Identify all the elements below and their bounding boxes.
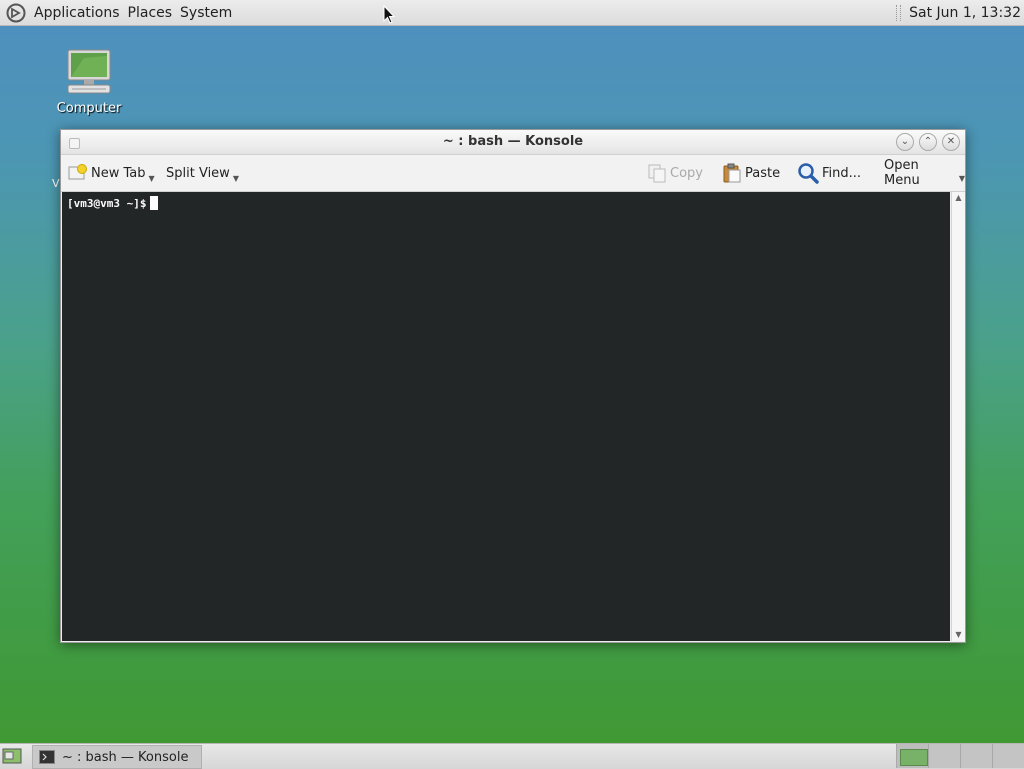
find-button[interactable]: Find...: [797, 162, 862, 184]
open-menu-label: Open Menu: [884, 158, 920, 188]
scroll-down-icon[interactable]: ▼: [952, 629, 965, 641]
toolbar: New Tab ▼ Split View ▼ Copy Paste Find..…: [61, 155, 965, 192]
maximize-button[interactable]: ⌃: [919, 133, 937, 151]
taskbar-item-label: ~ : bash — Konsole: [62, 749, 189, 765]
scroll-up-icon[interactable]: ▲: [952, 192, 965, 204]
copy-button[interactable]: Copy: [647, 163, 703, 183]
split-view-button[interactable]: Split View ▼: [166, 163, 239, 183]
terminal-area[interactable]: [vm3@vm3 ~]$: [62, 192, 950, 641]
computer-icon: [67, 49, 111, 94]
konsole-window: ~ : bash — Konsole ⌄ ⌃ ✕ New Tab ▼ Split…: [60, 129, 966, 643]
close-button[interactable]: ✕: [942, 133, 960, 151]
workspace-4[interactable]: [992, 744, 1024, 768]
terminal-prompt: [vm3@vm3 ~]$: [67, 196, 159, 210]
copy-icon: [647, 163, 667, 183]
window-title: ~ : bash — Konsole: [442, 134, 584, 149]
bottom-panel: ~ : bash — Konsole: [0, 743, 1024, 769]
top-panel: Applications Places System Sat Jun 1, 13…: [0, 0, 1024, 26]
open-menu-dropdown-icon: ▼: [958, 173, 965, 183]
workspace-switcher: [896, 744, 1024, 769]
copy-label: Copy: [670, 165, 703, 181]
minimize-button[interactable]: ⌄: [896, 133, 914, 151]
new-tab-button[interactable]: New Tab ▼: [68, 163, 155, 183]
show-desktop-icon[interactable]: [2, 747, 22, 765]
window-controls: ⌄ ⌃ ✕: [896, 133, 960, 151]
workspace-3[interactable]: [960, 744, 992, 768]
title-bar[interactable]: ~ : bash — Konsole ⌄ ⌃ ✕: [61, 130, 965, 155]
new-tab-icon: [68, 164, 88, 182]
workspace-window-thumbnail: [900, 749, 928, 766]
terminal-scrollbar[interactable]: ▲ ▼: [951, 192, 965, 641]
terminal-cursor: [150, 196, 159, 210]
distro-logo-icon[interactable]: [6, 3, 26, 23]
taskbar-item-konsole[interactable]: ~ : bash — Konsole: [32, 745, 202, 769]
split-view-dropdown-icon[interactable]: ▼: [233, 174, 239, 183]
open-menu-button[interactable]: Open Menu ▼: [884, 158, 965, 188]
desktop-icon-label: Computer: [56, 101, 122, 116]
menu-applications[interactable]: Applications: [30, 5, 124, 21]
clock-area: Sat Jun 1, 13:32: [896, 0, 1024, 25]
menu-system[interactable]: System: [176, 5, 236, 21]
mouse-pointer-icon: [383, 5, 395, 24]
new-tab-dropdown-icon[interactable]: ▼: [149, 174, 155, 183]
panel-handle: [896, 4, 902, 21]
find-icon: [797, 162, 819, 184]
clock[interactable]: Sat Jun 1, 13:32: [909, 5, 1024, 21]
workspace-2[interactable]: [928, 744, 960, 768]
paste-button[interactable]: Paste: [722, 163, 780, 183]
workspace-1[interactable]: [896, 744, 928, 768]
new-tab-label: New Tab: [91, 165, 146, 181]
split-view-label: Split View: [166, 165, 230, 181]
prompt-text: [vm3@vm3 ~]$: [67, 197, 147, 210]
find-label: Find...: [822, 165, 862, 181]
desktop-side-text: V: [52, 177, 60, 190]
menu-places[interactable]: Places: [124, 5, 177, 21]
desktop-icon-computer[interactable]: Computer: [56, 48, 122, 116]
paste-label: Paste: [745, 165, 781, 181]
terminal-icon: [39, 750, 55, 764]
paste-icon: [722, 163, 742, 183]
